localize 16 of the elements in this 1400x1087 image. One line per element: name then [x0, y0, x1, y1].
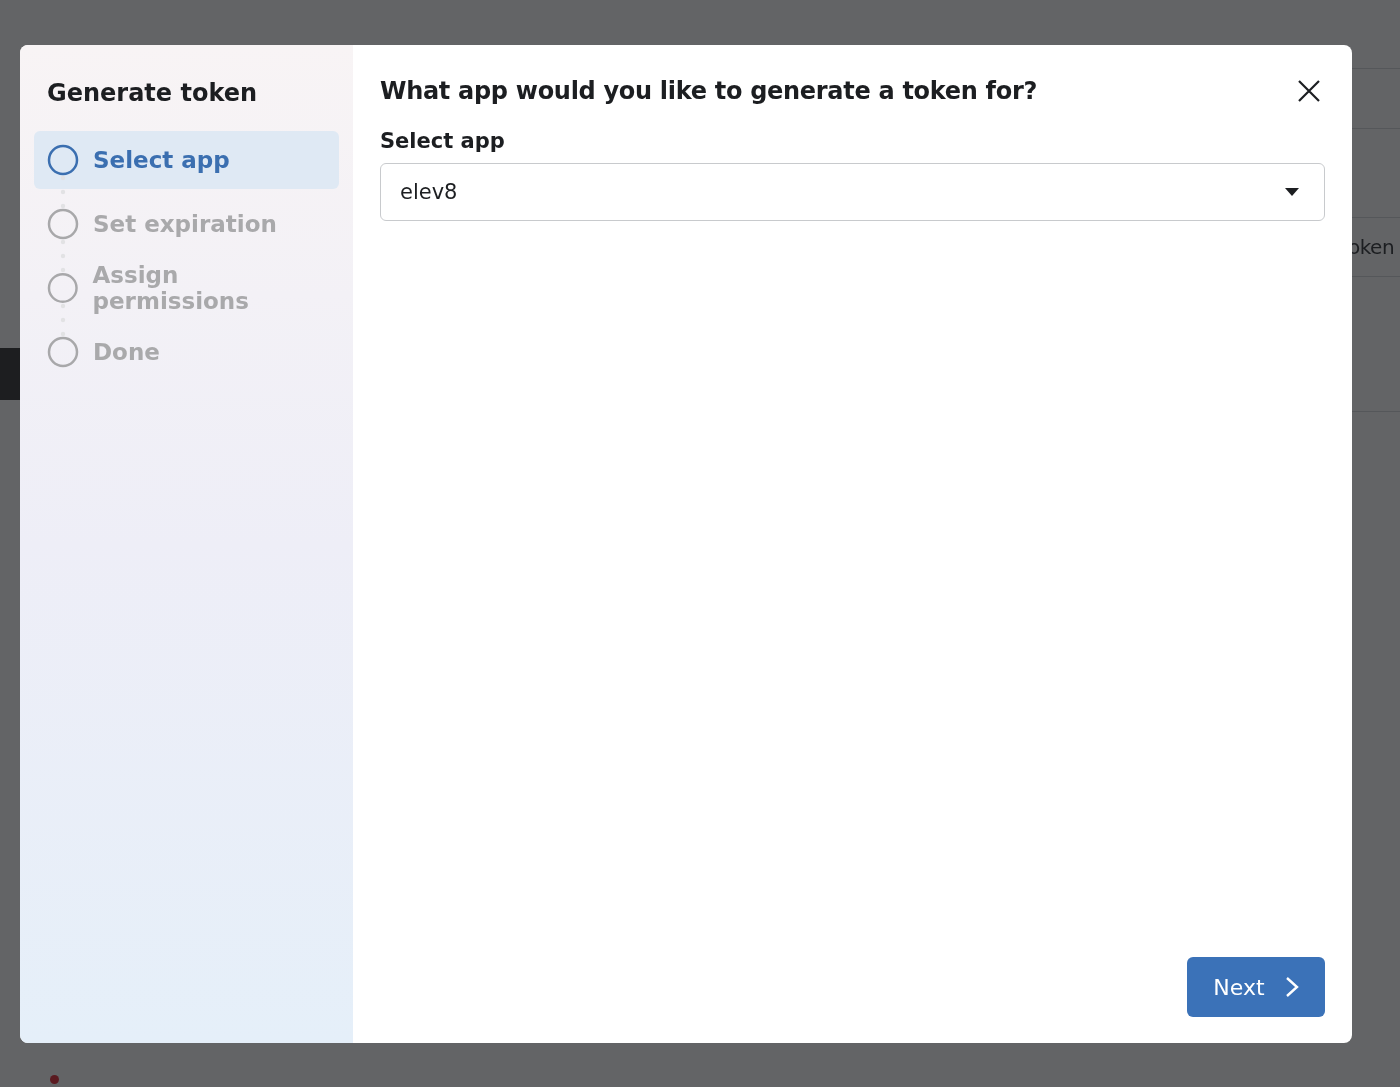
sidebar-title: Generate token: [47, 78, 259, 109]
circle-icon: [47, 144, 79, 176]
step-item[interactable]: Set expiration: [34, 195, 339, 253]
field-label: Select app: [380, 129, 506, 153]
next-button[interactable]: Next: [1187, 957, 1325, 1017]
chevron-right-icon: [1284, 976, 1299, 998]
circle-icon: [47, 336, 79, 368]
app-select[interactable]: elev8: [380, 163, 1325, 221]
circle-icon: [47, 272, 79, 304]
dialog-heading: What app would you like to generate a token for?: [380, 77, 1038, 105]
circle-icon: [47, 208, 79, 240]
dot-icon: [50, 1075, 59, 1084]
dropdown-caret-icon: [1284, 187, 1300, 197]
close-icon: [1297, 79, 1321, 103]
step-item[interactable]: Select app: [34, 131, 339, 189]
dimmed-bar: [0, 348, 20, 400]
